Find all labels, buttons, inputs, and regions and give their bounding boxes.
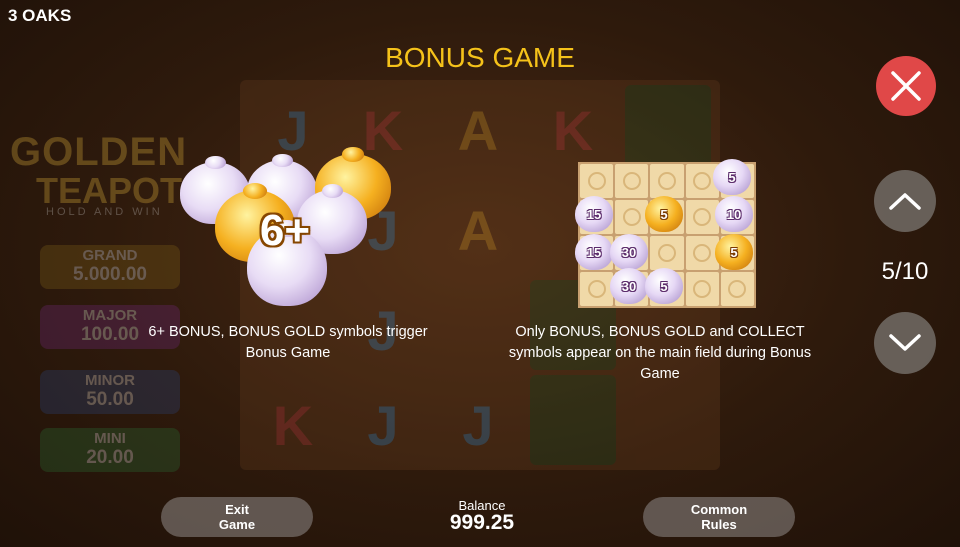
grid-cell	[685, 236, 719, 270]
bonus-teapot-icon: 5	[645, 268, 683, 304]
grid-cell	[685, 272, 719, 306]
common-rules-button[interactable]: Common Rules	[643, 497, 795, 537]
bonus-trigger-description: 6+ BONUS, BONUS GOLD symbols trigger Bon…	[148, 324, 428, 361]
grid-cell	[580, 164, 614, 198]
reel-symbol: A	[457, 198, 499, 262]
balance-value: 999.25	[449, 511, 515, 534]
logo-tagline: HOLD AND WIN	[46, 206, 163, 218]
grid-cell	[650, 164, 684, 198]
logo-line1: GOLDEN	[10, 130, 188, 174]
reel-symbol: J	[367, 393, 399, 457]
close-icon	[891, 71, 921, 101]
grid-cell	[615, 164, 649, 198]
jackpot-mini: MINI 20.00	[40, 428, 180, 472]
bonus-teapot-icon: 30	[610, 268, 648, 304]
chevron-down-icon	[889, 334, 921, 351]
reel-symbol: J	[462, 393, 494, 457]
bonus-gold-teapot-icon: 5	[715, 234, 753, 270]
common-rules-label: Common Rules	[690, 502, 748, 532]
grid-cell	[685, 200, 719, 234]
chevron-up-icon	[889, 193, 921, 210]
bonus-teapot-icon: 15	[575, 234, 613, 270]
bonus-teapot-icon: 5	[713, 159, 751, 195]
exit-game-label: Exit Game	[218, 502, 256, 532]
page-counter: 5/10	[881, 258, 929, 285]
bonus-teapot-icon: 15	[575, 196, 613, 232]
grid-cell	[720, 272, 754, 306]
reel-symbol: A	[457, 98, 499, 162]
jackpot-minor: MINOR 50.00	[40, 370, 180, 414]
reel-symbol: K	[272, 393, 314, 457]
grid-cell	[615, 200, 649, 234]
app-name: 3 OAKS	[8, 6, 72, 25]
jackpot-grand: GRAND 5.000.00	[40, 245, 180, 289]
six-plus-label: 6+	[259, 206, 311, 255]
bonus-teapot-icon: 10	[715, 196, 753, 232]
close-button[interactable]	[876, 56, 936, 116]
next-page-button[interactable]	[874, 312, 936, 374]
bonus-teapots-image: 6+	[175, 147, 395, 310]
grid-cell	[580, 272, 614, 306]
bonus-field-description: Only BONUS, BONUS GOLD and COLLECT symbo…	[508, 324, 812, 382]
grid-cell	[650, 236, 684, 270]
exit-game-button[interactable]: Exit Game	[161, 497, 313, 537]
page-title: BONUS GAME	[385, 42, 575, 73]
turtle-symbol	[530, 375, 616, 465]
background-game: GOLDEN TEAPOT HOLD AND WIN GRAND 5.000.0…	[0, 0, 960, 547]
previous-page-button[interactable]	[874, 170, 936, 232]
bonus-gold-teapot-icon: 5	[645, 196, 683, 232]
bonus-teapot-icon: 30	[610, 234, 648, 270]
